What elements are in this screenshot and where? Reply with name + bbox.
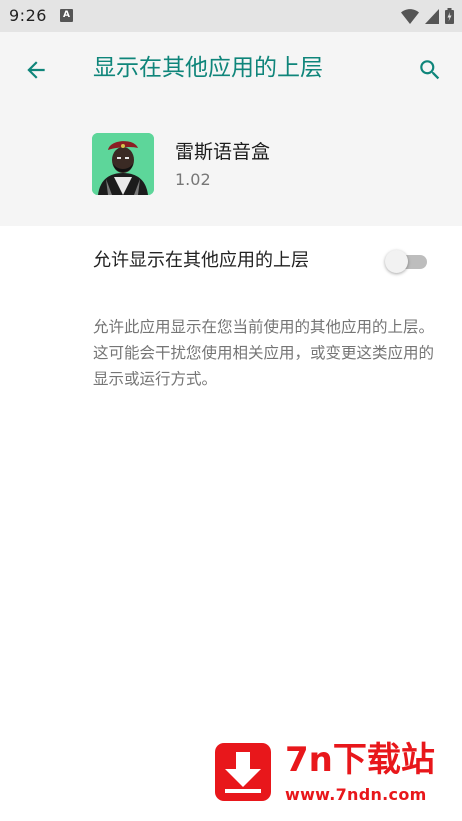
arrow-left-icon (27, 61, 45, 79)
overlay-permission-switch[interactable] (385, 250, 429, 273)
search-icon (420, 60, 440, 80)
signal-icon (425, 8, 439, 24)
watermark-brand: 7n下载站 (285, 740, 435, 780)
battery-icon (445, 8, 454, 24)
status-bar: 9:26 A (0, 0, 462, 32)
watermark-url: www.7ndn.com (285, 785, 427, 804)
notification-icon: A (60, 9, 73, 22)
app-header: 显示在其他应用的上层 雷斯语音盒 1.02 (0, 32, 462, 226)
app-avatar-icon (92, 133, 154, 195)
app-name: 雷斯语音盒 (175, 141, 271, 163)
app-version: 1.02 (175, 170, 211, 189)
app-icon (92, 133, 154, 195)
permission-description: 允许此应用显示在您当前使用的其他应用的上层。这可能会干扰您使用相关应用，或变更这… (93, 318, 435, 388)
back-button[interactable] (18, 52, 54, 88)
wifi-icon (401, 8, 419, 24)
toggle-label: 允许显示在其他应用的上层 (93, 250, 309, 271)
search-button[interactable] (412, 52, 448, 88)
app-permission-screen: 9:26 A 显示在其他应用的上层 雷斯语音盒 1.02 允许显示在其他应用的上… (0, 0, 462, 821)
watermark: 7n下载站 www.7ndn.com (193, 719, 462, 821)
status-icons (401, 7, 454, 25)
page-title: 显示在其他应用的上层 (93, 55, 323, 81)
download-arrow-icon (215, 743, 271, 801)
status-time: 9:26 (9, 6, 47, 25)
overlay-permission-row[interactable]: 允许显示在其他应用的上层 (0, 226, 462, 296)
switch-thumb (385, 250, 408, 273)
